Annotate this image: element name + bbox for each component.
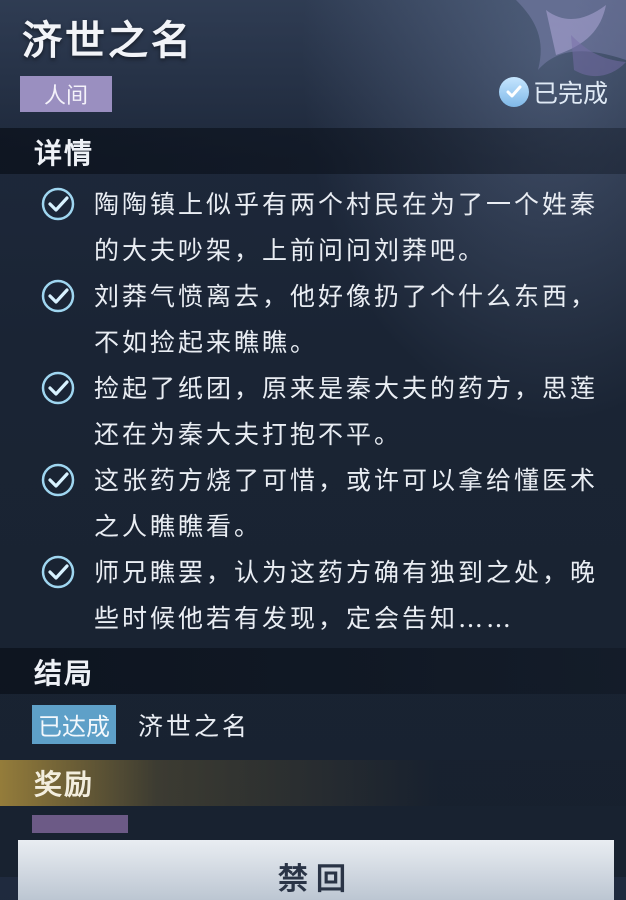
category-tag: 人间 <box>20 76 112 112</box>
reward-item[interactable] <box>32 815 128 833</box>
details-heading: 详情 <box>34 137 95 170</box>
detail-item: 陶陶镇上似乎有两个村民在为了一个姓秦的大夫吵架，上前问问刘莽吧。 <box>40 182 610 274</box>
quest-title: 济世之名 <box>22 17 194 64</box>
detail-item: 这张药方烧了可惜，或许可以拿给懂医术之人瞧瞧看。 <box>40 458 610 550</box>
status-text: 已完成 <box>532 79 608 108</box>
detail-item-text: 师兄瞧罢，认为这药方确有独到之处，晚些时候他若有发现，定会告知…… <box>94 558 599 633</box>
ending-heading: 结局 <box>34 657 95 690</box>
check-circle-icon <box>41 555 75 589</box>
detail-item: 捡起了纸团，原来是秦大夫的药方，思莲还在为秦大夫打抱不平。 <box>40 366 610 458</box>
check-circle-icon <box>41 463 75 497</box>
reward-heading: 奖励 <box>34 768 95 801</box>
check-circle-icon <box>41 371 75 405</box>
ending-name: 济世之名 <box>138 711 251 741</box>
check-circle-icon <box>498 77 529 107</box>
detail-item-text: 捡起了纸团，原来是秦大夫的药方，思莲还在为秦大夫打抱不平。 <box>94 374 599 449</box>
detail-item: 刘莽气愤离去，他好像扔了个什么东西，不如捡起来瞧瞧。 <box>40 274 610 366</box>
achieved-badge: 已达成 <box>32 705 116 744</box>
detail-item-text: 刘莽气愤离去，他好像扔了个什么东西，不如捡起来瞧瞧。 <box>94 282 599 357</box>
status-badge: 已完成 <box>498 74 608 110</box>
check-circle-icon <box>41 279 75 313</box>
detail-item-text: 陶陶镇上似乎有两个村民在为了一个姓秦的大夫吵架，上前问问刘莽吧。 <box>94 190 599 265</box>
ending-row: 已达成 济世之名 <box>32 705 250 744</box>
check-circle-icon <box>41 187 75 221</box>
return-button[interactable]: 禁回 <box>18 840 614 900</box>
detail-item: 师兄瞧罢，认为这药方确有独到之处，晚些时候他若有发现，定会告知…… <box>40 550 610 642</box>
detail-item-text: 这张药方烧了可惜，或许可以拿给懂医术之人瞧瞧看。 <box>94 466 599 541</box>
